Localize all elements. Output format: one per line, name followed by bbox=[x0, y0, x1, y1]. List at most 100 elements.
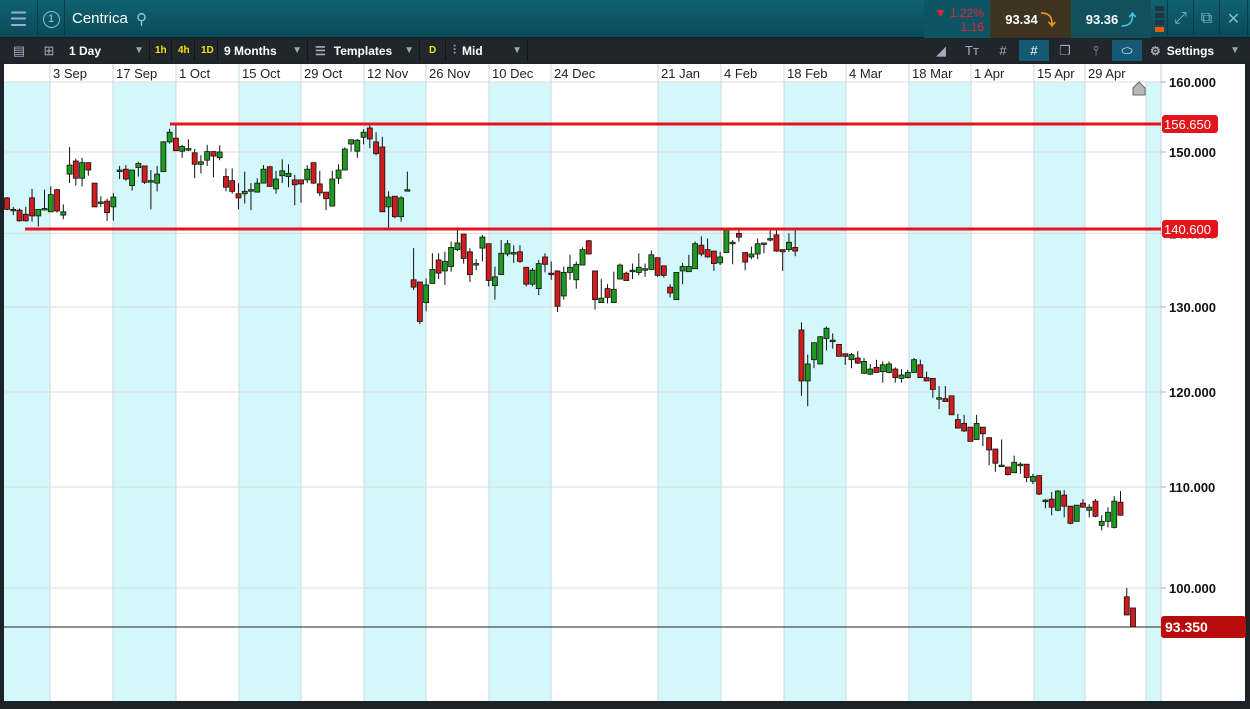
candle-down[interactable] bbox=[4, 197, 10, 210]
candle-up[interactable] bbox=[348, 139, 354, 145]
candle-down[interactable] bbox=[585, 240, 592, 255]
candle-up[interactable] bbox=[135, 163, 142, 168]
candle-down[interactable] bbox=[742, 252, 749, 263]
instrument-title[interactable]: Centrica bbox=[72, 10, 128, 27]
candle-up[interactable] bbox=[1011, 461, 1018, 474]
candle-up[interactable] bbox=[560, 272, 567, 297]
candle-down[interactable] bbox=[917, 364, 924, 378]
candle-down[interactable] bbox=[604, 288, 611, 298]
candle-down[interactable] bbox=[1061, 494, 1068, 507]
candle-up[interactable] bbox=[385, 196, 392, 208]
candle-up[interactable] bbox=[354, 139, 361, 152]
candle-down[interactable] bbox=[654, 257, 661, 276]
quick-4h[interactable]: 4h bbox=[173, 40, 195, 61]
candle-up[interactable] bbox=[829, 339, 836, 343]
settings-button[interactable]: ⚙ Settings ▼ bbox=[1145, 40, 1245, 61]
candle-down[interactable] bbox=[223, 176, 229, 188]
candle-up[interactable] bbox=[248, 189, 254, 192]
candle-down[interactable] bbox=[460, 233, 467, 259]
candle-up[interactable] bbox=[423, 284, 430, 303]
candle-down[interactable] bbox=[1048, 498, 1055, 508]
candle-up[interactable] bbox=[598, 297, 605, 303]
candle-down[interactable] bbox=[961, 422, 967, 432]
candle-up[interactable] bbox=[861, 360, 867, 374]
candle-up[interactable] bbox=[429, 269, 436, 284]
quick-1d[interactable]: 1D bbox=[196, 40, 218, 61]
scroll-home-icon[interactable] bbox=[1132, 81, 1146, 96]
interval-select[interactable]: 1 Day ▼ bbox=[64, 40, 150, 61]
candle-up[interactable] bbox=[441, 260, 448, 272]
candle-down[interactable] bbox=[191, 152, 198, 165]
candle-up[interactable] bbox=[573, 263, 580, 281]
popout-icon[interactable]: ⧉ bbox=[1194, 0, 1220, 38]
candle-up[interactable] bbox=[567, 266, 573, 273]
candle-up[interactable] bbox=[936, 397, 942, 400]
candle-down[interactable] bbox=[1092, 500, 1099, 517]
candle-up[interactable] bbox=[529, 269, 536, 285]
candle-up[interactable] bbox=[160, 141, 167, 173]
candle-up[interactable] bbox=[504, 243, 511, 255]
candle-down[interactable] bbox=[836, 343, 842, 357]
price-type-select[interactable]: ⫶ Mid ▼ bbox=[448, 40, 528, 61]
candle-down[interactable] bbox=[291, 179, 298, 186]
candle-down[interactable] bbox=[1080, 502, 1086, 508]
candle-down[interactable] bbox=[410, 279, 417, 288]
candle-up[interactable] bbox=[329, 178, 336, 207]
candle-down[interactable] bbox=[29, 197, 35, 217]
candle-down[interactable] bbox=[710, 250, 717, 264]
candle-down[interactable] bbox=[660, 265, 667, 276]
candle-up[interactable] bbox=[66, 164, 73, 175]
candle-up[interactable] bbox=[998, 464, 1005, 468]
candle-down[interactable] bbox=[229, 180, 236, 192]
label-icon[interactable]: ⬭ bbox=[1112, 40, 1142, 61]
candle-up[interactable] bbox=[1030, 476, 1036, 482]
candle-up[interactable] bbox=[97, 201, 104, 204]
candle-up[interactable] bbox=[761, 242, 767, 245]
candle-up[interactable] bbox=[116, 169, 123, 172]
quick-1h[interactable]: 1h bbox=[150, 40, 172, 61]
price-chart[interactable]: 3 Sep 17 Sep 1 Oct 15 Oct 29 Oct 12 Nov 26 Nov… bbox=[0, 0, 1250, 709]
candle-down[interactable] bbox=[235, 193, 242, 199]
candle-up[interactable] bbox=[204, 151, 211, 161]
candle-down[interactable] bbox=[172, 137, 179, 152]
candle-up[interactable] bbox=[404, 189, 411, 192]
candle-up[interactable] bbox=[360, 131, 367, 138]
candle-up[interactable] bbox=[673, 272, 680, 301]
text-size-icon[interactable]: Tт bbox=[957, 40, 987, 61]
candle-down[interactable] bbox=[517, 251, 523, 262]
draw-line-icon[interactable]: ◢ bbox=[926, 40, 956, 61]
candle-up[interactable] bbox=[241, 190, 248, 195]
candle-up[interactable] bbox=[1086, 506, 1093, 511]
candle-up[interactable] bbox=[185, 148, 192, 151]
drawing-d-button[interactable]: D bbox=[424, 40, 446, 61]
candle-up[interactable] bbox=[629, 269, 636, 273]
candle-down[interactable] bbox=[1067, 505, 1074, 524]
expand-icon[interactable]: ⤢ bbox=[1168, 0, 1194, 38]
candle-up[interactable] bbox=[492, 276, 498, 287]
candle-up[interactable] bbox=[60, 211, 67, 216]
candle-down[interactable] bbox=[122, 168, 129, 180]
candle-up[interactable] bbox=[642, 268, 648, 271]
candle-up[interactable] bbox=[510, 252, 517, 255]
candle-up[interactable] bbox=[823, 327, 830, 339]
candle-up[interactable] bbox=[729, 241, 736, 245]
candle-up[interactable] bbox=[1073, 504, 1080, 522]
layout-icon[interactable]: ⊞ bbox=[34, 40, 64, 61]
candle-up[interactable] bbox=[817, 336, 824, 365]
candle-up[interactable] bbox=[886, 363, 892, 373]
candle-up[interactable] bbox=[279, 170, 286, 177]
candle-down[interactable] bbox=[854, 357, 861, 364]
candle-up[interactable] bbox=[804, 363, 811, 382]
candle-up[interactable] bbox=[648, 254, 655, 270]
candle-down[interactable] bbox=[542, 256, 548, 265]
candle-up[interactable] bbox=[1111, 500, 1118, 528]
candle-up[interactable] bbox=[147, 180, 154, 183]
range-select[interactable]: 9 Months ▼ bbox=[219, 40, 308, 61]
candle-down[interactable] bbox=[72, 160, 79, 179]
candle-up[interactable] bbox=[166, 131, 173, 143]
candle-up[interactable] bbox=[723, 229, 730, 253]
candle-up[interactable] bbox=[767, 238, 774, 241]
candle-down[interactable] bbox=[948, 395, 955, 416]
candle-up[interactable] bbox=[216, 151, 223, 159]
candle-up[interactable] bbox=[1098, 520, 1105, 526]
